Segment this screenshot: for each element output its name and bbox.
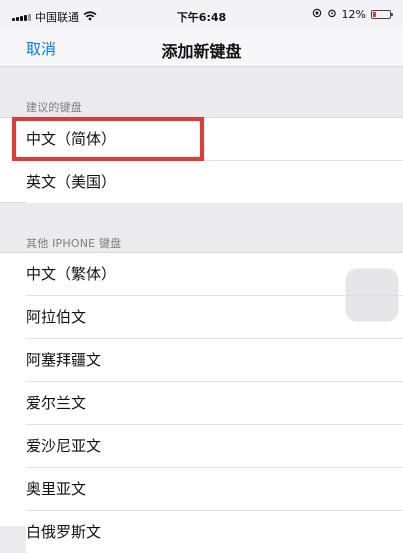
keyboard-label: 爱尔兰文 (26, 394, 87, 412)
lock-rotation-icon (312, 8, 322, 21)
keyboard-row-irish[interactable]: 爱尔兰文 (26, 381, 403, 424)
status-right: 12% (312, 8, 393, 21)
other-keyboards-header: 其他 IPHONE 键盘 (26, 237, 122, 250)
keyboard-row-estonian[interactable]: 爱沙尼亚文 (26, 424, 403, 467)
keyboard-label: 中文（简体） (26, 130, 117, 148)
keyboard-label: 白俄罗斯文 (26, 523, 102, 541)
keyboard-label: 阿塞拜疆文 (26, 351, 102, 369)
suggested-keyboards-header: 建议的键盘 (26, 101, 82, 114)
keyboard-row-english-us[interactable]: 英文（美国） (26, 160, 403, 203)
keyboard-row-azerbaijani[interactable]: 阿塞拜疆文 (26, 338, 403, 381)
page-title: 添加新键盘 (161, 42, 242, 61)
suggested-keyboards-group: 中文（简体） 英文（美国） (0, 117, 403, 203)
assistive-touch-icon[interactable] (345, 268, 399, 322)
keyboard-label: 奥里亚文 (26, 480, 87, 498)
keyboard-label: 英文（美国） (26, 173, 117, 191)
navigation-bar: 取消 添加新键盘 (0, 28, 403, 67)
other-keyboards-group: 中文（繁体） 阿拉伯文 阿塞拜疆文 爱尔兰文 爱沙尼亚文 奥里亚文 白俄罗斯文 (0, 252, 403, 553)
status-bar: 中国联通 下午6:48 12% (0, 0, 403, 28)
battery-icon (371, 10, 393, 19)
keyboard-row-chinese-simplified[interactable]: 中文（简体） (0, 118, 403, 160)
keyboard-label: 中文（繁体） (26, 265, 117, 283)
keyboard-label: 爱沙尼亚文 (26, 437, 102, 455)
alarm-icon (327, 8, 337, 21)
keyboard-row-belarusian[interactable]: 白俄罗斯文 (26, 510, 403, 553)
keyboard-row-chinese-traditional[interactable]: 中文（繁体） (0, 253, 403, 295)
keyboard-row-odia[interactable]: 奥里亚文 (26, 467, 403, 510)
battery-fill (373, 12, 376, 17)
keyboard-label: 阿拉伯文 (26, 308, 87, 326)
battery-percentage: 12% (341, 8, 366, 21)
